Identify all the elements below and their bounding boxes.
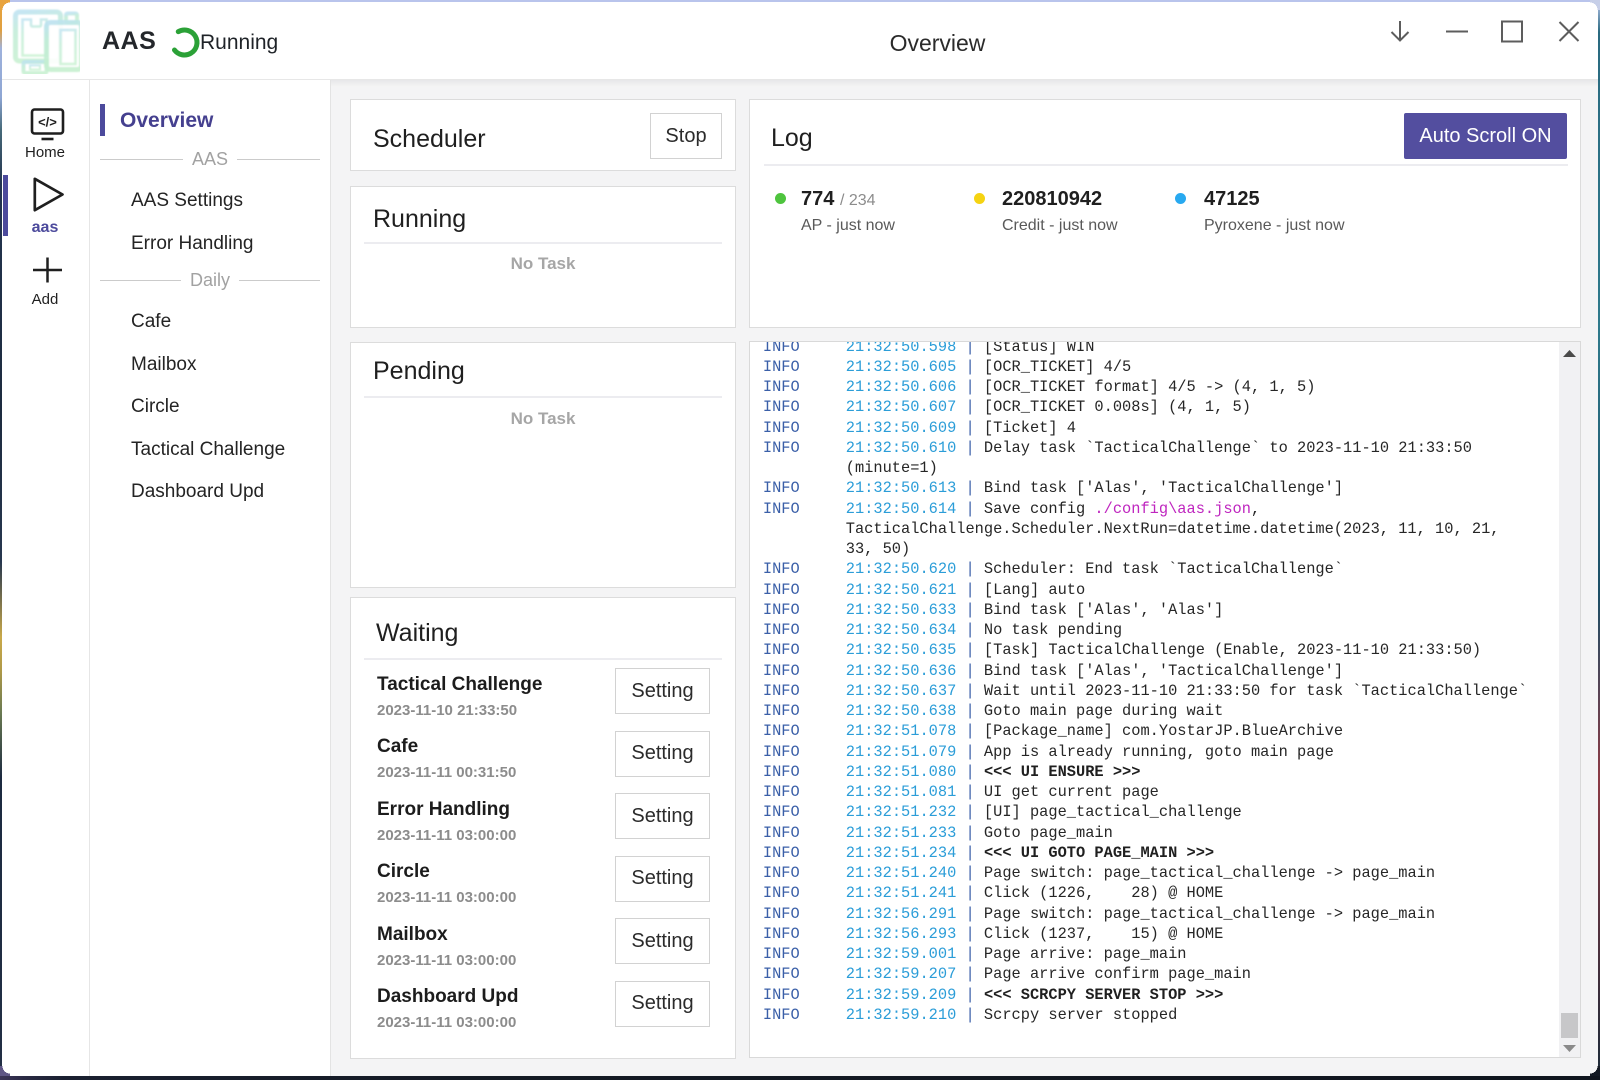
svg-text:</>: </> <box>38 115 57 130</box>
